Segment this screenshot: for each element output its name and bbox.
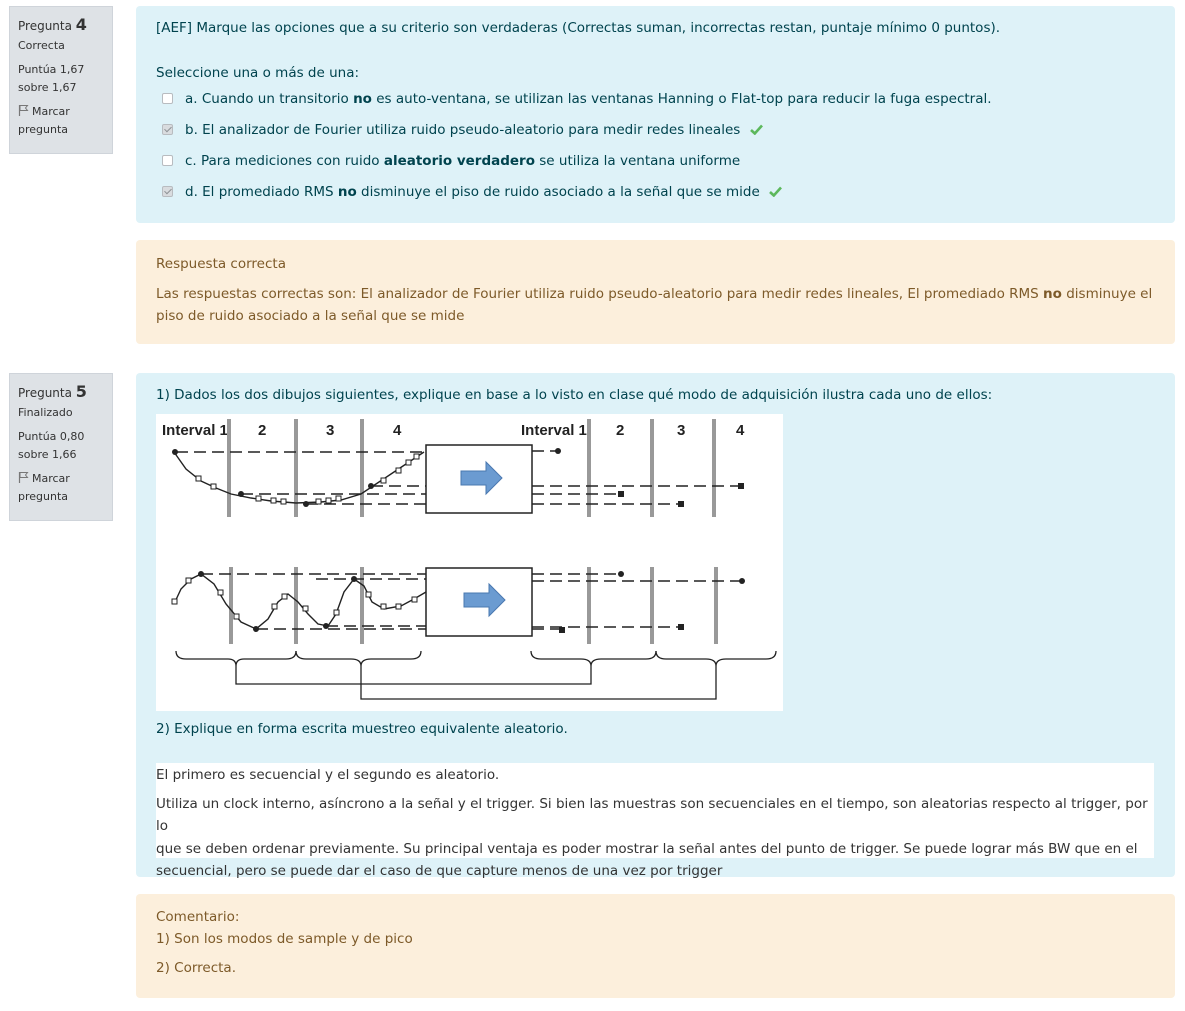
correct-answers-line2: piso de ruido asociado a la señal que se… (156, 308, 465, 324)
answer-paragraph-line: Utiliza un clock interno, asíncrono a la… (156, 795, 1148, 835)
answer-line: El primero es secuencial y el segundo es… (156, 767, 500, 783)
flag-question-link[interactable]: Marcar pregunta (18, 470, 112, 506)
flag-question-link[interactable]: Marcar pregunta (18, 103, 112, 139)
interval-4-label-left: 4 (393, 422, 402, 439)
interval-3-label-right: 3 (677, 422, 685, 439)
comment-title: Comentario: (156, 909, 240, 925)
question-state: Correcta (18, 39, 65, 52)
question-label: Pregunta (18, 386, 72, 400)
question-info-4: Pregunta 4 Correcta Puntúa 1,67 sobre 1,… (9, 6, 113, 154)
question-grade: Puntúa 1,67 sobre 1,67 (18, 63, 85, 94)
feedback-title: Respuesta correcta (156, 256, 286, 272)
option-a-checkbox[interactable] (162, 93, 173, 104)
flag-icon (18, 105, 29, 116)
flag-icon (18, 472, 29, 483)
question-text-2: 2) Explique en forma escrita muestreo eq… (156, 721, 568, 737)
interval-1-label-right: Interval 1 (521, 422, 587, 439)
option-b-checkbox[interactable] (162, 124, 173, 135)
correct-check-icon (749, 124, 763, 135)
interval-1-label-left: Interval 1 (162, 422, 228, 439)
question-formulation-4: [AEF] Marque las opciones que a su crite… (136, 6, 1175, 223)
interval-2-label-left: 2 (258, 422, 266, 439)
question-label: Pregunta (18, 19, 72, 33)
option-d-checkbox[interactable] (162, 186, 173, 197)
answer-prompt: Seleccione una o más de una: (156, 65, 360, 81)
acquisition-modes-figure: Interval 1 2 3 4 Interval 1 2 3 4 (156, 414, 783, 711)
question-state: Finalizado (18, 406, 73, 419)
answer-paragraph-line: secuencial, pero se puede dar el caso de… (156, 863, 723, 879)
comment-line-1: 1) Son los modos de sample y de pico (156, 931, 413, 947)
interval-3-label-left: 3 (326, 422, 334, 439)
option-c-checkbox[interactable] (162, 155, 173, 166)
question-feedback-4: Respuesta correcta Las respuestas correc… (136, 240, 1175, 344)
interval-4-label-right: 4 (736, 422, 745, 439)
question-text: [AEF] Marque las opciones que a su crite… (156, 20, 1001, 36)
question-number: 5 (75, 382, 87, 401)
question-grade: Puntúa 0,80 sobre 1,66 (18, 430, 85, 461)
essay-answer: El primero es secuencial y el segundo es… (156, 763, 1154, 879)
correct-check-icon (769, 186, 783, 197)
question-feedback-5: Comentario: 1) Son los modos de sample y… (136, 894, 1175, 998)
question-info-5: Pregunta 5 Finalizado Puntúa 0,80 sobre … (9, 373, 113, 521)
question-formulation-5: 1) Dados los dos dibujos siguientes, exp… (136, 373, 1175, 879)
question-number: 4 (75, 15, 87, 34)
question-text: 1) Dados los dos dibujos siguientes, exp… (156, 387, 993, 403)
interval-2-label-right: 2 (616, 422, 624, 439)
answer-paragraph-line: que se deben ordenar previamente. Su pri… (156, 840, 1138, 857)
correct-answers-line1: Las respuestas correctas son: El analiza… (156, 286, 1153, 302)
comment-line-2: 2) Correcta. (156, 960, 236, 976)
